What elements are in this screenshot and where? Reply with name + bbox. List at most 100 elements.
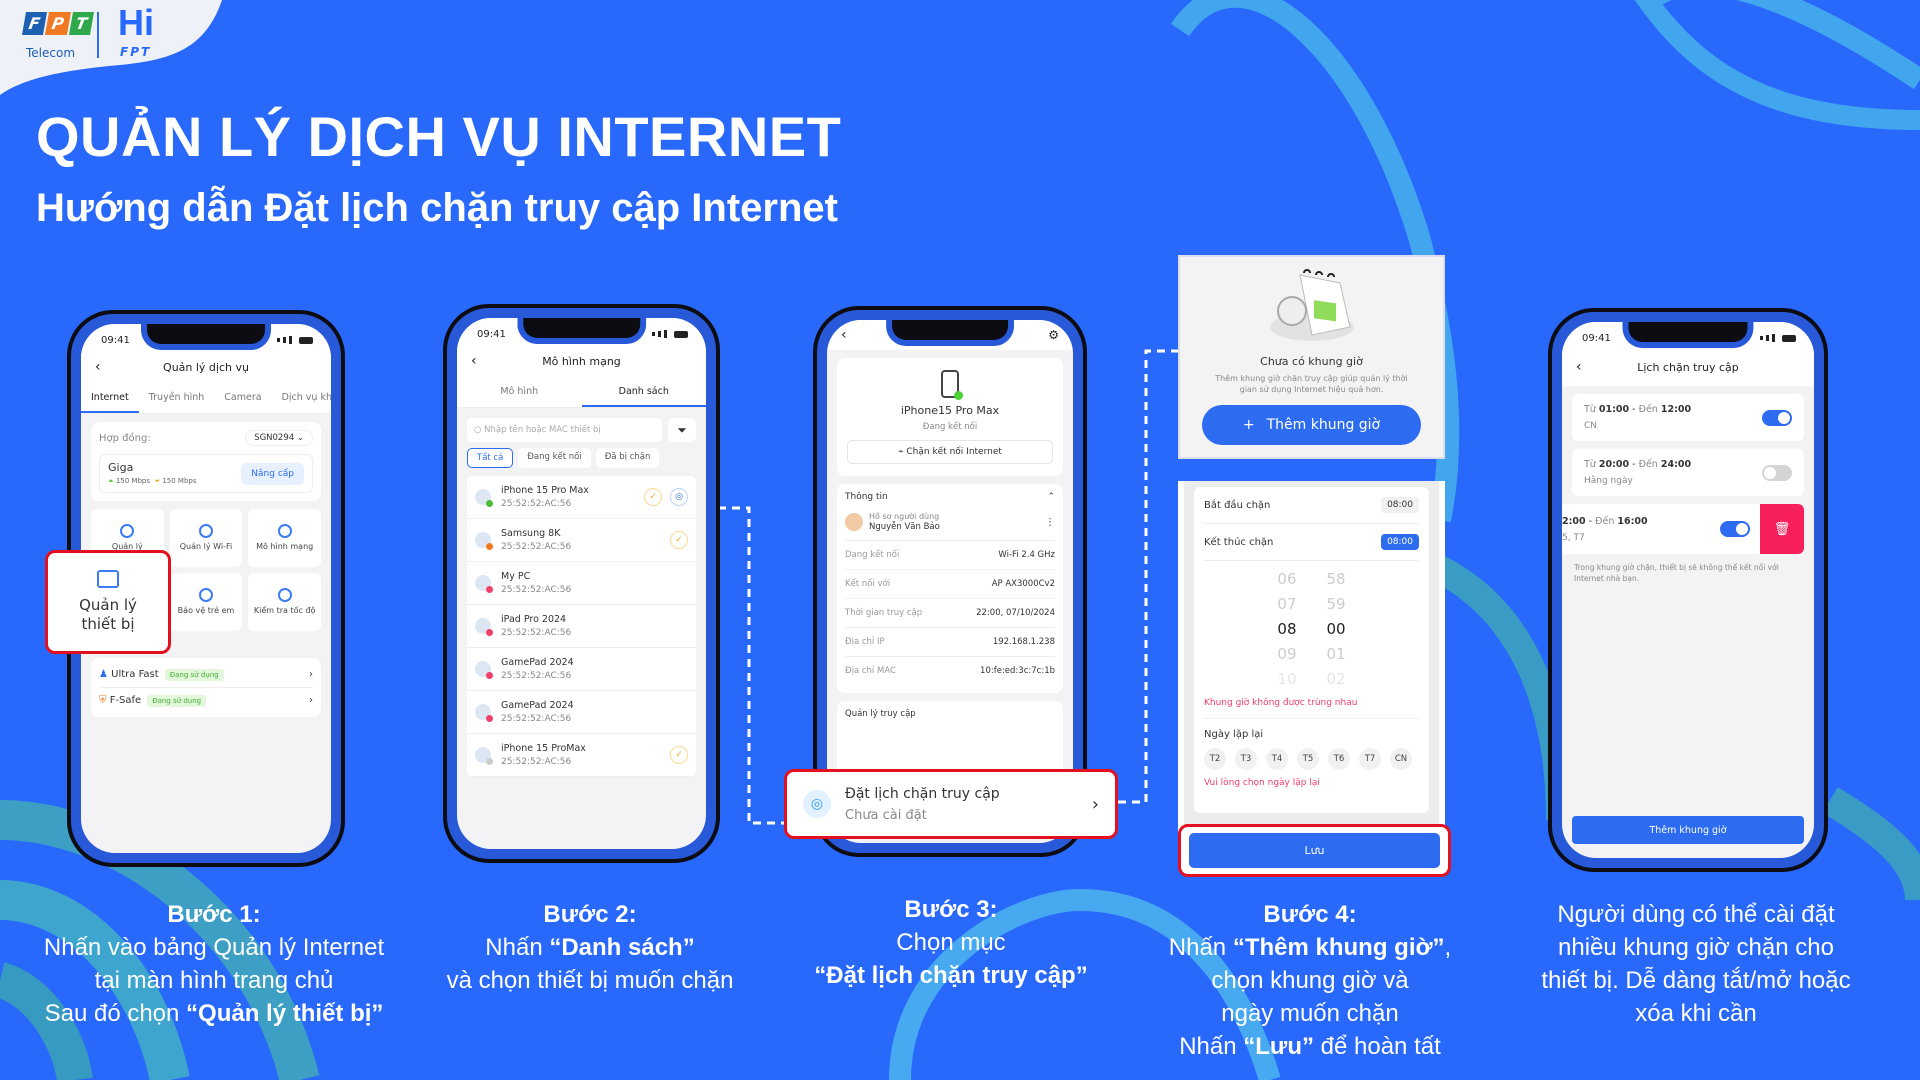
tile-speed-test[interactable]: Kiểm tra tốc độ bbox=[248, 573, 321, 631]
step-title: Bước 4: bbox=[1263, 901, 1357, 928]
tab-camera[interactable]: Camera bbox=[214, 384, 271, 413]
tab-tv[interactable]: Truyền hình bbox=[139, 384, 215, 413]
addon-name: F-Safe bbox=[109, 695, 142, 706]
tab-other[interactable]: Dịch vụ khác bbox=[272, 384, 331, 413]
day-t3[interactable]: T3 bbox=[1235, 748, 1257, 770]
tab-list[interactable]: Danh sách bbox=[581, 378, 706, 407]
device-mac: 25:52:52:AC:56 bbox=[501, 757, 572, 767]
device-name: iPhone15 Pro Max bbox=[900, 404, 1000, 417]
upgrade-button[interactable]: Nâng cấp bbox=[241, 462, 304, 485]
end-time[interactable]: 08:00 bbox=[1381, 534, 1419, 550]
upload-speed: 150 Mbps bbox=[115, 477, 151, 485]
addon-f-safe[interactable]: ⛨ F-Safe Đang sử dụng › bbox=[99, 688, 313, 713]
tile-label: Bảo vệ trẻ em bbox=[177, 606, 235, 615]
shield-check-icon[interactable]: ✓ bbox=[670, 746, 688, 764]
avatar bbox=[475, 747, 493, 765]
device-row[interactable]: iPhone 15 ProMax 25:52:52:AC:56 ✓ bbox=[467, 734, 696, 777]
avatar bbox=[475, 704, 493, 722]
device-search-input[interactable]: ○ Nhập tên hoặc MAC thiết bị bbox=[467, 418, 662, 442]
day-cn[interactable]: CN bbox=[1390, 748, 1412, 770]
tab-model[interactable]: Mô hình bbox=[457, 378, 582, 407]
signal-wifi-battery-icon bbox=[277, 336, 313, 344]
status-badge: Đang sử dụng bbox=[147, 695, 207, 707]
profile-name: Nguyễn Văn Bảo bbox=[869, 522, 940, 532]
add-timeslot-button[interactable]: Thêm khung giờ bbox=[1572, 816, 1804, 844]
tile-wifi-manager[interactable]: Quản lý Wi-Fi bbox=[169, 509, 243, 567]
device-row[interactable]: iPhone 15 Pro Max 25:52:52:AC:56 ✓ ◎ bbox=[467, 476, 696, 519]
notch bbox=[516, 318, 647, 344]
tile-network-map[interactable]: Mô hình mạng bbox=[248, 509, 321, 567]
day-t4[interactable]: T4 bbox=[1266, 748, 1288, 770]
shield-check-icon[interactable]: ✓ bbox=[670, 531, 688, 549]
screen-header: ‹ Lịch chặn truy cập bbox=[1562, 348, 1814, 386]
minute-wheel[interactable]: 58 59 00 01 02 bbox=[1327, 567, 1346, 692]
schedule-toggle[interactable] bbox=[1762, 464, 1792, 481]
save-button[interactable]: Lưu bbox=[1189, 833, 1440, 868]
time-wheel[interactable]: 06 07 08 09 10 58 59 00 01 02 bbox=[1204, 561, 1419, 698]
speedometer-icon bbox=[277, 588, 292, 602]
tile-child-protection[interactable]: Bảo vệ trẻ em bbox=[169, 573, 243, 631]
filter-all[interactable]: Tất cả bbox=[467, 448, 514, 468]
start-time[interactable]: 08:00 bbox=[1381, 497, 1419, 513]
schedule-days: Hằng ngày bbox=[1584, 476, 1633, 486]
profile-label: Hồ sơ người dùng bbox=[869, 512, 940, 521]
trash-icon[interactable]: 🗑 bbox=[1760, 504, 1804, 554]
step-title: Bước 2: bbox=[543, 901, 637, 928]
view-tabs: Mô hình Danh sách bbox=[457, 378, 706, 408]
back-icon[interactable]: ‹ bbox=[95, 359, 101, 375]
chevron-down-icon: ⌄ bbox=[296, 433, 304, 443]
hour-wheel[interactable]: 06 07 08 09 10 bbox=[1277, 567, 1296, 692]
notch bbox=[1622, 322, 1754, 348]
back-icon[interactable]: ‹ bbox=[841, 327, 847, 343]
filter-blocked[interactable]: Đã bị chặn bbox=[595, 448, 660, 468]
filter-connected[interactable]: Đang kết nối bbox=[518, 448, 591, 468]
schedule-days: CN bbox=[1584, 421, 1598, 431]
schedule-block-item[interactable]: ◎ Đặt lịch chặn truy cập Chưa cài đặt › bbox=[784, 769, 1118, 839]
wifi-icon bbox=[198, 524, 213, 538]
screen-header: ‹ Mô hình mạng bbox=[457, 344, 706, 378]
day-t2[interactable]: T2 bbox=[1204, 748, 1226, 770]
device-row[interactable]: iPad Pro 2024 25:52:52:AC:56 bbox=[467, 605, 696, 648]
gear-icon[interactable]: ⚙ bbox=[1048, 328, 1059, 342]
device-name: iPhone 15 ProMax bbox=[501, 743, 586, 754]
more-icon[interactable]: ⋮ bbox=[1045, 517, 1055, 528]
device-manager-callout[interactable]: Quản lý thiết bị bbox=[45, 550, 171, 654]
device-row[interactable]: Samsung 8K 25:52:52:AC:56 ✓ bbox=[467, 519, 696, 562]
contract-select[interactable]: SGN0294 ⌄ bbox=[245, 430, 313, 446]
tab-internet[interactable]: Internet bbox=[81, 384, 139, 413]
search-icon: ○ bbox=[474, 425, 482, 435]
add-timeslot-button[interactable]: + Thêm khung giờ bbox=[1202, 405, 1421, 445]
device-row[interactable]: My PC 25:52:52:AC:56 bbox=[467, 562, 696, 605]
tile-label: Quản lý Wi-Fi bbox=[179, 542, 233, 551]
contract-label: Hợp đồng: bbox=[99, 432, 151, 444]
schedule-toggle[interactable] bbox=[1720, 521, 1750, 537]
info-row: Địa chỉ MAC 10:fe:ed:3c:7c:1b bbox=[845, 666, 1055, 676]
schedule-item-swiped[interactable]: 2:00 - Đến 16:00 5, T7 🗑 bbox=[1562, 504, 1804, 554]
item-status: Chưa cài đặt bbox=[845, 807, 927, 823]
schedule-item[interactable]: Từ 20:00 - Đến 24:00 Hằng ngày bbox=[1572, 449, 1804, 496]
back-icon[interactable]: ‹ bbox=[471, 353, 477, 369]
schedule-item[interactable]: Từ 01:00 - Đến 12:00 CN bbox=[1572, 394, 1804, 441]
filter-icon[interactable]: ⏷ bbox=[668, 418, 696, 442]
access-title: Quản lý truy cập bbox=[845, 709, 916, 719]
addon-ultra-fast[interactable]: ♟ Ultra Fast Đang sử dụng › bbox=[99, 662, 313, 688]
caption-line: nhiều khung giờ chặn cho bbox=[1558, 934, 1834, 961]
info-title: Thông tin bbox=[845, 492, 888, 502]
connector-step3-step4 bbox=[1118, 349, 1178, 804]
chevron-up-icon[interactable]: ⌃ bbox=[1047, 492, 1055, 502]
back-icon[interactable]: ‹ bbox=[1576, 359, 1582, 375]
schedule-toggle[interactable] bbox=[1762, 409, 1792, 426]
device-row[interactable]: GamePad 2024 25:52:52:AC:56 bbox=[467, 691, 696, 734]
schedule-shield-icon[interactable]: ◎ bbox=[670, 488, 688, 506]
tile-label: Kiểm tra tốc độ bbox=[253, 606, 316, 615]
block-internet-button[interactable]: ⌁ Chặn kết nối Internet bbox=[847, 440, 1053, 464]
empty-schedule-panel: Chưa có khung giờ Thêm khung giờ chặn tr… bbox=[1178, 255, 1445, 459]
device-card: iPhone15 Pro Max Đang kết nối ⌁ Chặn kết… bbox=[837, 358, 1063, 476]
day-t6[interactable]: T6 bbox=[1328, 748, 1350, 770]
shield-check-icon[interactable]: ✓ bbox=[644, 488, 662, 506]
avatar bbox=[475, 489, 493, 507]
day-t7[interactable]: T7 bbox=[1359, 748, 1381, 770]
device-row[interactable]: GamePad 2024 25:52:52:AC:56 bbox=[467, 648, 696, 691]
day-t5[interactable]: T5 bbox=[1297, 748, 1319, 770]
repeat-error: Vui lòng chọn ngày lặp lại bbox=[1204, 778, 1320, 788]
